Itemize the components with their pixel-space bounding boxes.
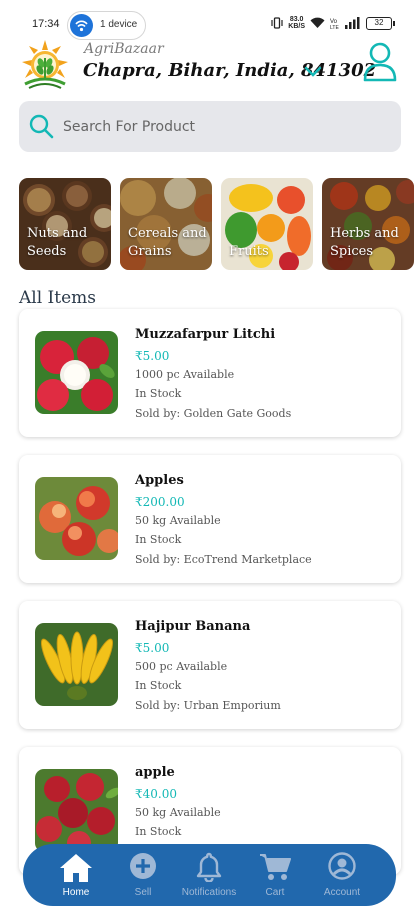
search-input[interactable] xyxy=(63,113,383,140)
product-price: ₹40.00 xyxy=(135,787,177,801)
search-icon xyxy=(29,114,54,139)
network-speed-unit: KB/S xyxy=(288,23,305,30)
account-icon[interactable] xyxy=(363,42,397,82)
hotspot-icon xyxy=(70,14,93,37)
status-bar: 17:34 1 device 83.0 KB/S Vo LTE 32 xyxy=(0,0,418,42)
nav-label: Account xyxy=(323,887,361,898)
nav-label: Sell xyxy=(134,887,152,898)
hotspot-label: 1 device xyxy=(100,19,138,30)
category-label: Fruits xyxy=(229,243,269,261)
network-speed-value: 83.0 xyxy=(289,16,304,23)
nav-sell[interactable]: Sell xyxy=(108,844,178,906)
product-name: Hajipur Banana xyxy=(135,619,251,634)
product-name: Muzzafarpur Litchi xyxy=(135,327,276,342)
product-stock-status: In Stock xyxy=(135,679,182,692)
nav-label: Notifications xyxy=(181,887,237,898)
status-indicators: 83.0 KB/S Vo LTE 32 xyxy=(271,16,395,30)
wifi-icon xyxy=(310,17,325,28)
product-availability: 50 kg Available xyxy=(135,514,221,527)
product-stock-status: In Stock xyxy=(135,533,182,546)
category-label: Nuts and Seeds xyxy=(27,225,87,261)
nav-cart[interactable]: Cart xyxy=(240,844,310,906)
product-image-apples xyxy=(35,477,118,560)
product-card[interactable]: Apples ₹200.00 50 kg Available In Stock … xyxy=(19,455,401,583)
product-image-litchi xyxy=(35,331,118,414)
category-label-line1: Herbs and xyxy=(330,226,399,241)
hotspot-pill[interactable]: 1 device xyxy=(67,11,146,40)
category-card-fruits[interactable]: Fruits xyxy=(221,178,313,270)
product-image-apple xyxy=(35,769,118,852)
plus-circle-icon xyxy=(130,853,156,879)
category-label-line1: Fruits xyxy=(229,244,269,259)
svg-text:LTE: LTE xyxy=(330,25,339,29)
category-label-line1: Cereals and xyxy=(128,226,207,241)
category-carousel[interactable]: Nuts and Seeds Cereals and Grains Fruits… xyxy=(19,178,418,270)
nav-account[interactable]: Account xyxy=(307,844,377,906)
product-availability: 50 kg Available xyxy=(135,806,221,819)
category-label-line2: Spices xyxy=(330,244,374,259)
category-card-nuts-and-seeds[interactable]: Nuts and Seeds xyxy=(19,178,111,270)
vibrate-icon xyxy=(271,17,283,29)
product-image-banana xyxy=(35,623,118,706)
product-card[interactable]: Muzzafarpur Litchi ₹5.00 1000 pc Availab… xyxy=(19,309,401,437)
product-seller: Sold by: EcoTrend Marketplace xyxy=(135,553,312,566)
category-label-line2: Grains xyxy=(128,244,172,259)
product-price: ₹5.00 xyxy=(135,349,170,363)
category-label: Cereals and Grains xyxy=(128,225,207,261)
nav-label: Cart xyxy=(265,887,285,898)
signal-icon xyxy=(345,17,360,29)
category-label: Herbs and Spices xyxy=(330,225,399,261)
account-circle-icon xyxy=(328,852,356,880)
brand-name: AgriBazaar xyxy=(84,41,164,57)
product-stock-status: In Stock xyxy=(135,825,182,838)
status-time: 17:34 xyxy=(32,18,60,30)
product-seller: Sold by: Urban Emporium xyxy=(135,699,281,712)
product-stock-status: In Stock xyxy=(135,387,182,400)
network-speed: 83.0 KB/S xyxy=(288,16,305,30)
section-title-all-items: All Items xyxy=(19,288,97,308)
category-card-cereals-and-grains[interactable]: Cereals and Grains xyxy=(120,178,212,270)
bell-icon xyxy=(196,852,222,882)
battery-icon: 32 xyxy=(366,16,395,30)
search-bar[interactable] xyxy=(19,101,401,152)
category-label-line2: Seeds xyxy=(27,244,67,259)
product-availability: 1000 pc Available xyxy=(135,368,235,381)
product-name: Apples xyxy=(135,473,184,488)
home-icon xyxy=(60,854,92,882)
product-seller: Sold by: Golden Gate Goods xyxy=(135,407,292,420)
product-card[interactable]: Hajipur Banana ₹5.00 500 pc Available In… xyxy=(19,601,401,729)
product-name: apple xyxy=(135,765,175,780)
category-label-line1: Nuts and xyxy=(27,226,88,241)
product-price: ₹5.00 xyxy=(135,641,170,655)
volte-icon: VoLTE xyxy=(330,19,339,29)
product-availability: 500 pc Available xyxy=(135,660,228,673)
cart-icon xyxy=(260,854,291,880)
nav-label: Home xyxy=(62,887,90,898)
product-price: ₹200.00 xyxy=(135,495,185,509)
location-text[interactable]: Chapra, Bihar, India, 841302 xyxy=(83,60,376,81)
nav-notifications[interactable]: Notifications xyxy=(174,844,244,906)
nav-home[interactable]: Home xyxy=(41,844,111,906)
agribazaar-logo xyxy=(19,38,71,90)
bottom-navigation: Home Sell Notifications Cart Account xyxy=(23,844,396,906)
category-card-herbs-and-spices[interactable]: Herbs and Spices xyxy=(322,178,414,270)
chevron-down-icon[interactable] xyxy=(303,61,323,81)
